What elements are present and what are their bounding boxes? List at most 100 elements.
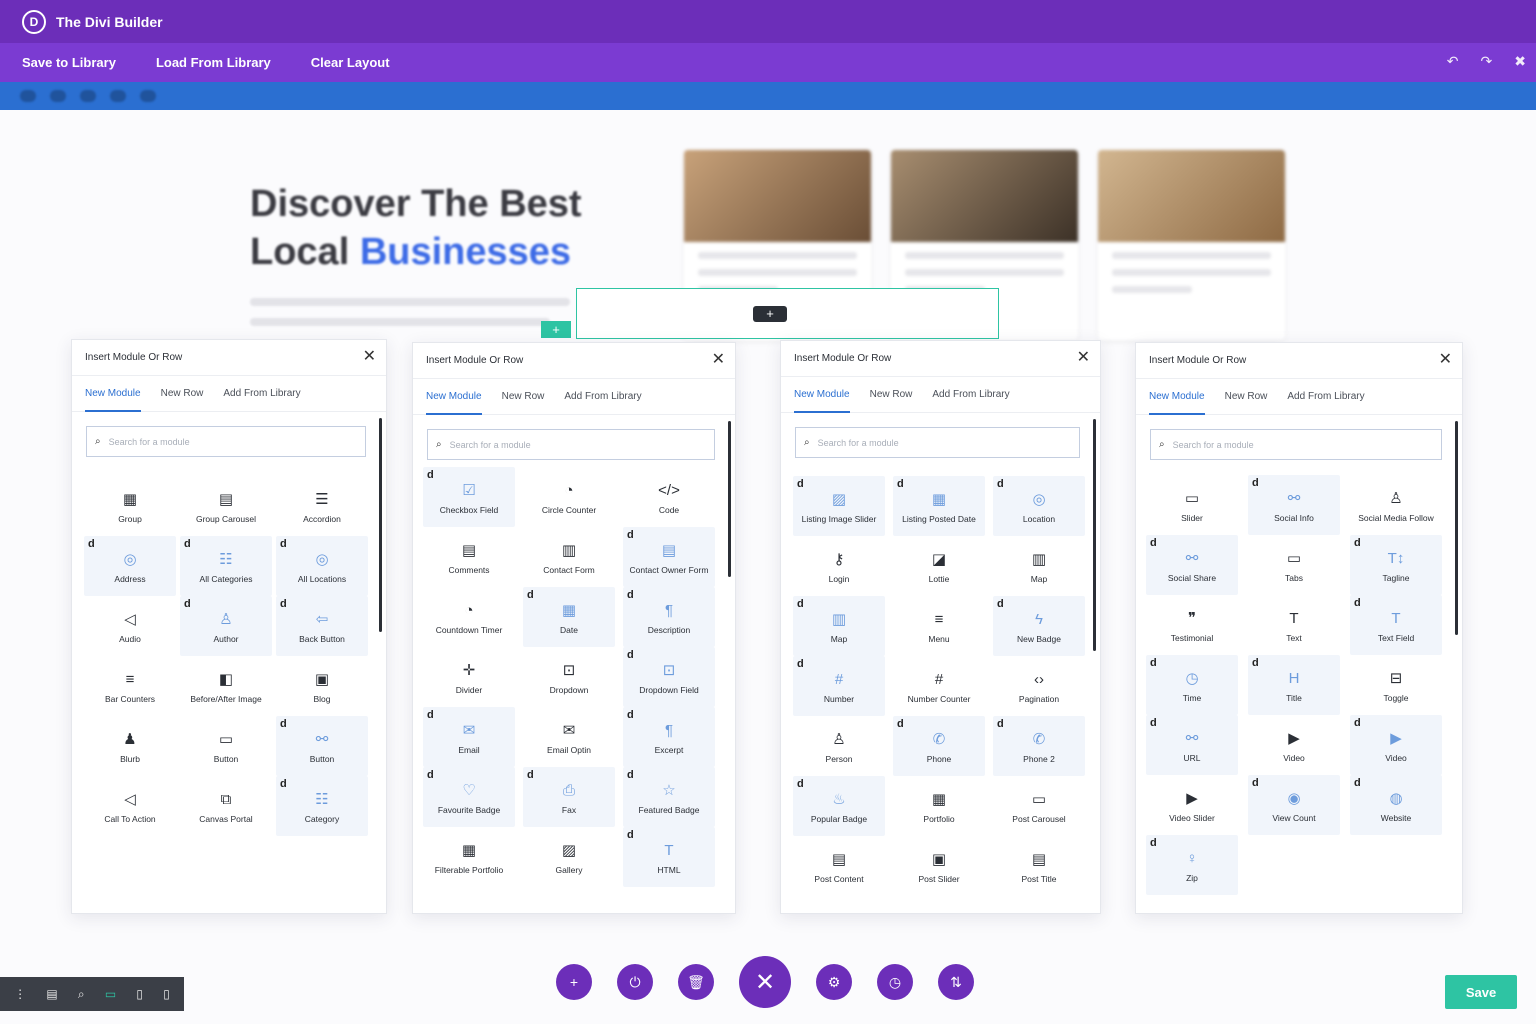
module-checkbox-field[interactable]: d ☑ Checkbox Field: [423, 467, 515, 527]
module-author[interactable]: d ♙ Author: [180, 596, 272, 656]
tab-new-module[interactable]: New Module: [85, 376, 141, 412]
module-slider[interactable]: ▭ Slider: [1146, 475, 1238, 535]
tab-new-row[interactable]: New Row: [870, 377, 913, 413]
save-button[interactable]: Save: [1445, 975, 1517, 1009]
module-tagline[interactable]: d T↕ Tagline: [1350, 535, 1442, 595]
settings-button[interactable]: ⚙: [816, 964, 852, 1000]
module-contact-form[interactable]: ▥ Contact Form: [523, 527, 615, 587]
module-login[interactable]: ⚷ Login: [793, 536, 885, 596]
module-html[interactable]: d T HTML: [623, 827, 715, 887]
tab-add-from-library[interactable]: Add From Library: [223, 376, 300, 412]
module-fax[interactable]: d ⎙ Fax: [523, 767, 615, 827]
tab-add-from-library[interactable]: Add From Library: [564, 379, 641, 415]
close-icon[interactable]: ✕: [363, 349, 376, 365]
module-contact-owner-form[interactable]: d ▤ Contact Owner Form: [623, 527, 715, 587]
selected-row[interactable]: +: [576, 288, 999, 339]
module-blurb[interactable]: ♟ Blurb: [84, 716, 176, 776]
close-builder-button[interactable]: ✕: [739, 956, 791, 1008]
phone-icon[interactable]: ▯: [163, 987, 170, 1001]
scrollbar[interactable]: [728, 421, 731, 577]
module-video[interactable]: d ▶ Video: [1350, 715, 1442, 775]
module-view-count[interactable]: d ◉ View Count: [1248, 775, 1340, 835]
scrollbar[interactable]: [1455, 421, 1458, 635]
module-button[interactable]: ▭ Button: [180, 716, 272, 776]
module-social-info[interactable]: d ⚯ Social Info: [1248, 475, 1340, 535]
module-group[interactable]: ▦ Group: [84, 476, 176, 536]
undo-icon[interactable]: ↶: [1447, 53, 1459, 70]
module-person[interactable]: ♙ Person: [793, 716, 885, 776]
clear-layout-button[interactable]: Clear Layout: [311, 55, 390, 70]
module-post-carousel[interactable]: ▭ Post Carousel: [993, 776, 1085, 836]
module-social-share[interactable]: d ⚯ Social Share: [1146, 535, 1238, 595]
module-popular-badge[interactable]: d ♨ Popular Badge: [793, 776, 885, 836]
module-call-to-action[interactable]: ◁ Call To Action: [84, 776, 176, 836]
search-input[interactable]: ⌕ Search for a module: [1150, 429, 1442, 460]
module-back-button[interactable]: d ⇦ Back Button: [276, 596, 368, 656]
module-button[interactable]: d ⚯ Button: [276, 716, 368, 776]
module-bar-counters[interactable]: ≡ Bar Counters: [84, 656, 176, 716]
module-menu[interactable]: ≡ Menu: [893, 596, 985, 656]
close-icon[interactable]: ✖: [1514, 53, 1526, 70]
module-title[interactable]: d H Title: [1248, 655, 1340, 715]
module-pagination[interactable]: ‹› Pagination: [993, 656, 1085, 716]
delete-button[interactable]: 🗑: [678, 964, 714, 1000]
module-dropdown-field[interactable]: d ⊡ Dropdown Field: [623, 647, 715, 707]
module-audio[interactable]: ◁ Audio: [84, 596, 176, 656]
module-number-counter[interactable]: # Number Counter: [893, 656, 985, 716]
close-icon[interactable]: ✕: [712, 352, 725, 368]
module-canvas-portal[interactable]: ⧉ Canvas Portal: [180, 776, 272, 836]
module-zip[interactable]: d ♀ Zip: [1146, 835, 1238, 895]
module-address[interactable]: d ◎ Address: [84, 536, 176, 596]
add-module-button[interactable]: +: [753, 306, 787, 322]
module-post-title[interactable]: ▤ Post Title: [993, 836, 1085, 896]
module-comments[interactable]: ▤ Comments: [423, 527, 515, 587]
module-text-field[interactable]: d T Text Field: [1350, 595, 1442, 655]
module-divider[interactable]: ✛ Divider: [423, 647, 515, 707]
module-code[interactable]: </> Code: [623, 467, 715, 527]
module-before-after-image[interactable]: ◧ Before/After Image: [180, 656, 272, 716]
search-input[interactable]: ⌕ Search for a module: [427, 429, 715, 460]
tablet-icon[interactable]: ▯: [136, 987, 143, 1001]
tab-new-row[interactable]: New Row: [161, 376, 204, 412]
wireframe-icon[interactable]: ▤: [46, 987, 57, 1001]
search-input[interactable]: ⌕ Search for a module: [86, 426, 366, 457]
module-listing-posted-date[interactable]: d ▦ Listing Posted Date: [893, 476, 985, 536]
tab-add-from-library[interactable]: Add From Library: [932, 377, 1009, 413]
close-icon[interactable]: ✕: [1077, 350, 1090, 366]
redo-icon[interactable]: ↷: [1481, 53, 1493, 70]
module-email[interactable]: d ✉ Email: [423, 707, 515, 767]
portability-button[interactable]: ⏻: [617, 964, 653, 1000]
close-icon[interactable]: ✕: [1439, 352, 1452, 368]
module-lottie[interactable]: ◪ Lottie: [893, 536, 985, 596]
zoom-icon[interactable]: ⌕: [78, 987, 85, 1002]
module-portfolio[interactable]: ▦ Portfolio: [893, 776, 985, 836]
load-from-library-button[interactable]: Load From Library: [156, 55, 271, 70]
module-gallery[interactable]: ▨ Gallery: [523, 827, 615, 887]
module-favourite-badge[interactable]: d ♡ Favourite Badge: [423, 767, 515, 827]
module-phone[interactable]: d ✆ Phone: [893, 716, 985, 776]
module-group-carousel[interactable]: ▤ Group Carousel: [180, 476, 272, 536]
module-all-locations[interactable]: d ◎ All Locations: [276, 536, 368, 596]
module-new-badge[interactable]: d ϟ New Badge: [993, 596, 1085, 656]
tab-new-module[interactable]: New Module: [1149, 379, 1205, 415]
tab-new-module[interactable]: New Module: [426, 379, 482, 415]
add-button[interactable]: +: [556, 964, 592, 1000]
tab-new-row[interactable]: New Row: [502, 379, 545, 415]
module-text[interactable]: T Text: [1248, 595, 1340, 655]
tab-new-module[interactable]: New Module: [794, 377, 850, 413]
module-website[interactable]: d ◍ Website: [1350, 775, 1442, 835]
desktop-icon[interactable]: ▭: [105, 987, 116, 1001]
module-featured-badge[interactable]: d ☆ Featured Badge: [623, 767, 715, 827]
scrollbar[interactable]: [1093, 419, 1096, 651]
module-toggle[interactable]: ⊟ Toggle: [1350, 655, 1442, 715]
menu-icon[interactable]: ⋮: [14, 987, 26, 1001]
module-location[interactable]: d ◎ Location: [993, 476, 1085, 536]
scrollbar[interactable]: [379, 418, 382, 632]
module-excerpt[interactable]: d ¶ Excerpt: [623, 707, 715, 767]
module-map[interactable]: ▥ Map: [993, 536, 1085, 596]
module-url[interactable]: d ⚯ URL: [1146, 715, 1238, 775]
add-row-button[interactable]: +: [541, 321, 571, 338]
module-blog[interactable]: ▣ Blog: [276, 656, 368, 716]
module-countdown-timer[interactable]: ◔ Countdown Timer: [423, 587, 515, 647]
module-email-optin[interactable]: ✉ Email Optin: [523, 707, 615, 767]
